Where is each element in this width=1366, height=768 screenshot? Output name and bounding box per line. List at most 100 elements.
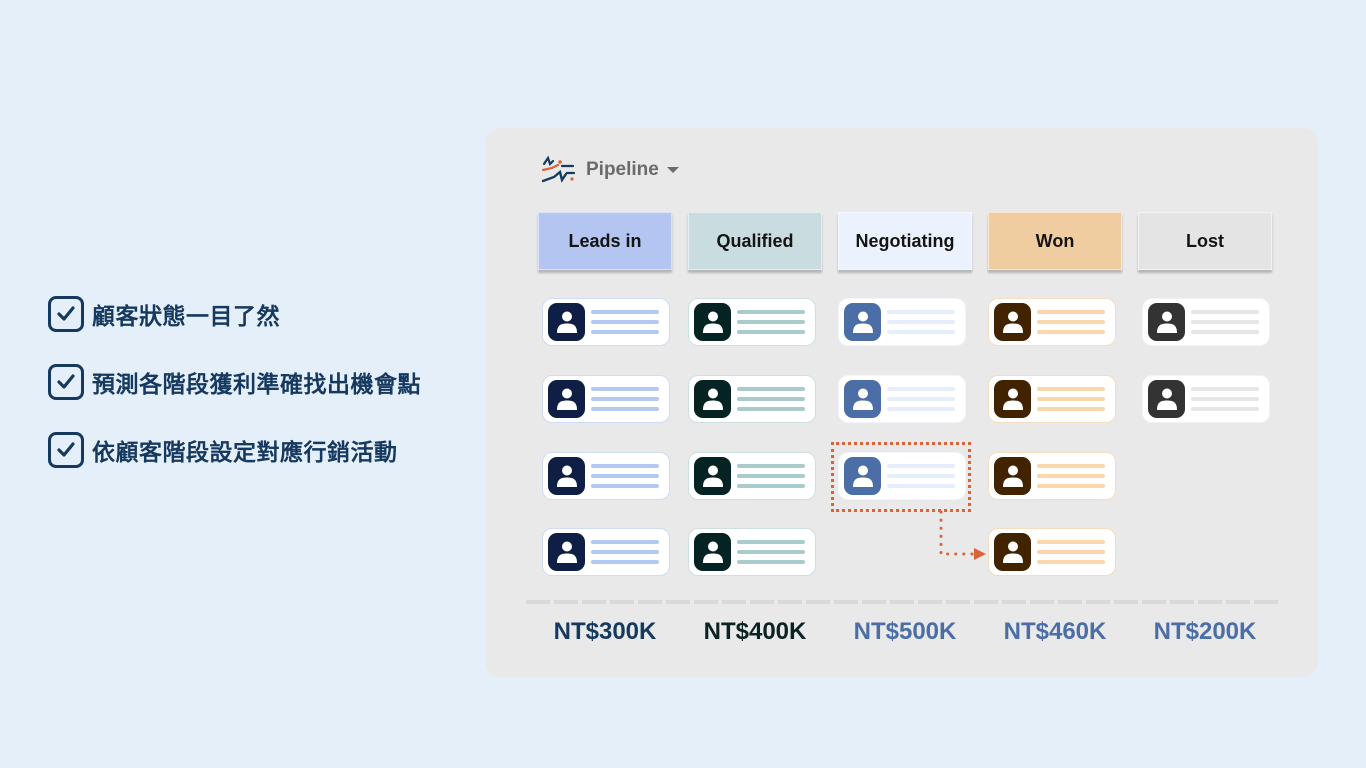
stage-header-leads-in[interactable]: Leads in [538,212,672,270]
placeholder-line [591,310,659,314]
caret-down-icon [666,167,679,173]
placeholder-line [737,407,805,411]
stage-total-value: NT$460K [1003,618,1107,645]
placeholder-line [591,464,659,468]
checkbox-checked-icon [48,432,84,468]
deal-card[interactable] [988,375,1116,423]
placeholder-line [887,387,955,391]
card-text-placeholder [737,310,805,334]
card-text-placeholder [737,540,805,564]
placeholder-line [1191,387,1259,391]
person-avatar-icon [694,457,731,495]
person-avatar-icon [548,380,585,418]
deal-card[interactable] [838,375,966,423]
checkbox-checked-icon [48,364,84,400]
placeholder-line [737,387,805,391]
deal-card[interactable] [988,528,1116,576]
placeholder-line [737,484,805,488]
card-text-placeholder [1037,310,1105,334]
card-text-placeholder [1191,310,1259,334]
placeholder-line [737,330,805,334]
placeholder-line [737,474,805,478]
feature-item: 依顧客階段設定對應行銷活動 [48,432,421,468]
person-avatar-icon [548,457,585,495]
placeholder-line [1037,387,1105,391]
deal-card[interactable] [542,375,670,423]
deal-card[interactable] [988,298,1116,346]
deal-card[interactable] [542,528,670,576]
placeholder-line [1191,320,1259,324]
person-avatar-icon [548,533,585,571]
card-text-placeholder [1037,540,1105,564]
placeholder-line [737,560,805,564]
card-text-placeholder [737,387,805,411]
placeholder-line [591,474,659,478]
card-text-placeholder [591,464,659,488]
card-text-placeholder [887,387,955,411]
card-text-placeholder [1191,387,1259,411]
placeholder-line [1037,550,1105,554]
deal-card[interactable] [688,528,816,576]
placeholder-line [1037,320,1105,324]
placeholder-line [591,550,659,554]
placeholder-line [1037,330,1105,334]
feature-text: 依顧客階段設定對應行銷活動 [92,440,398,466]
placeholder-line [737,464,805,468]
stage-header-won[interactable]: Won [988,212,1122,270]
deal-card[interactable] [838,298,966,346]
stage-header-lost[interactable]: Lost [1138,212,1272,270]
placeholder-line [737,397,805,401]
stage-header-qualified[interactable]: Qualified [688,212,822,270]
placeholder-line [1037,560,1105,564]
pipeline-selector[interactable]: Pipeline [540,152,679,188]
placeholder-line [1191,330,1259,334]
person-avatar-icon [694,380,731,418]
card-text-placeholder [1037,387,1105,411]
placeholder-line [737,540,805,544]
card-text-placeholder [591,540,659,564]
placeholder-line [591,387,659,391]
deal-card[interactable] [1142,298,1270,346]
deal-card[interactable] [688,452,816,500]
placeholder-line [1037,474,1105,478]
deal-card[interactable] [688,298,816,346]
deal-card[interactable] [1142,375,1270,423]
placeholder-line [737,320,805,324]
deal-card[interactable] [542,452,670,500]
stage-header-negotiating[interactable]: Negotiating [838,212,972,270]
stage-total-value: NT$200K [1153,618,1257,645]
stage-total-value: NT$500K [853,618,957,645]
person-avatar-icon [694,303,731,341]
placeholder-line [591,320,659,324]
feature-item: 顧客狀態一目了然 [48,296,421,332]
deal-card[interactable] [542,298,670,346]
move-arrow-icon [939,510,986,560]
feature-text: 顧客狀態一目了然 [92,304,280,330]
placeholder-line [887,407,955,411]
placeholder-line [887,397,955,401]
pipeline-title: Pipeline [586,159,659,180]
card-text-placeholder [887,310,955,334]
placeholder-line [1037,397,1105,401]
placeholder-line [737,550,805,554]
placeholder-line [1037,540,1105,544]
deal-card[interactable] [688,375,816,423]
placeholder-line [591,540,659,544]
placeholder-line [887,320,955,324]
placeholder-line [591,560,659,564]
person-avatar-icon [548,303,585,341]
placeholder-line [1037,464,1105,468]
person-avatar-icon [1148,303,1185,341]
card-text-placeholder [737,464,805,488]
person-avatar-icon [994,303,1031,341]
placeholder-line [887,330,955,334]
placeholder-line [1037,310,1105,314]
placeholder-line [591,397,659,401]
card-text-placeholder [591,310,659,334]
placeholder-line [1037,484,1105,488]
deal-card[interactable] [988,452,1116,500]
divider [526,600,1278,604]
placeholder-line [1191,397,1259,401]
checkbox-checked-icon [48,296,84,332]
placeholder-line [737,310,805,314]
